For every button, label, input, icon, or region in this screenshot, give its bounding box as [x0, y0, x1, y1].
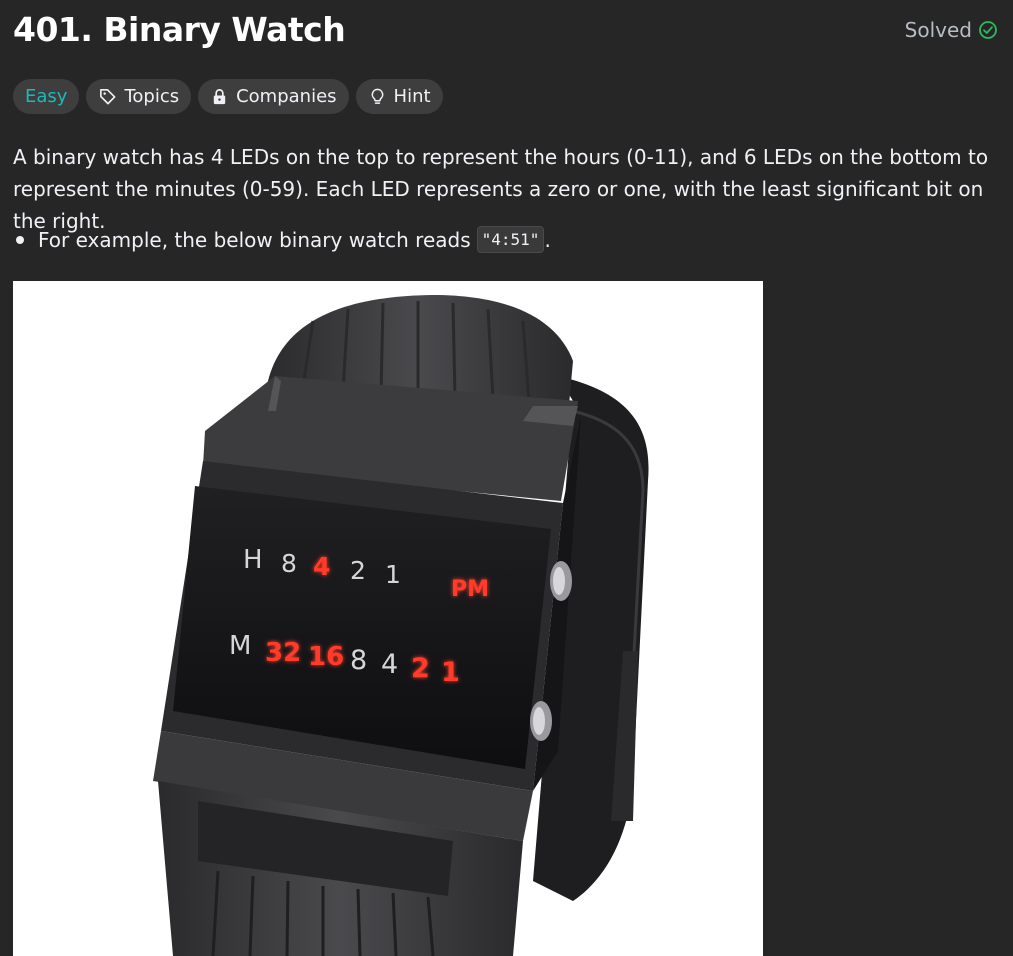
hint-button[interactable]: Hint — [355, 79, 443, 114]
tag-icon — [100, 89, 116, 105]
lock-icon — [213, 89, 226, 105]
check-circle-icon — [979, 20, 997, 39]
binary-watch-illustration: H 8 4 2 1PM M 32 16 8 4 2 1 — [153, 295, 649, 956]
companies-label: Companies — [236, 86, 337, 107]
minute-led: 2 — [411, 653, 430, 684]
example-bullet: For example, the below binary watch read… — [13, 226, 551, 253]
topics-label: Topics — [124, 86, 180, 107]
minute-led: 32 — [265, 638, 301, 668]
minute-led: 1 — [441, 657, 460, 688]
hour-led: 2 — [350, 556, 366, 585]
solved-status: Solved — [905, 18, 998, 42]
hint-label: Hint — [393, 86, 431, 107]
example-code: "4:51" — [476, 226, 545, 253]
pm-indicator: PM — [451, 577, 489, 602]
minute-led: 16 — [308, 642, 344, 672]
hour-letter: H — [243, 545, 263, 575]
example-end: . — [544, 227, 551, 252]
problem-description: A binary watch has 4 LEDs on the top to … — [13, 145, 989, 233]
bullet-dot — [16, 235, 24, 244]
binary-watch-image: H 8 4 2 1 PM M 32 16 8 4 2 1 — [13, 281, 763, 956]
difficulty-badge[interactable]: Easy — [13, 79, 80, 114]
problem-title: 401. Binary Watch — [13, 10, 346, 49]
tag-bar: Easy Topics Companies Hint — [13, 79, 443, 114]
example-text: For example, the below binary watch read… — [38, 227, 471, 252]
minute-led: 8 — [350, 645, 367, 676]
hour-led: 1 — [385, 560, 401, 589]
hour-led: 8 — [281, 549, 297, 578]
lightbulb-icon — [371, 88, 383, 104]
minute-led: 4 — [381, 649, 398, 680]
hour-led: 4 — [313, 552, 330, 581]
problem-header: 401. Binary Watch Solved — [13, 10, 998, 49]
topics-button[interactable]: Topics — [86, 79, 192, 114]
minute-letter: M — [229, 631, 251, 661]
companies-button[interactable]: Companies — [198, 79, 349, 114]
difficulty-label: Easy — [25, 86, 68, 107]
solved-label: Solved — [904, 17, 972, 42]
